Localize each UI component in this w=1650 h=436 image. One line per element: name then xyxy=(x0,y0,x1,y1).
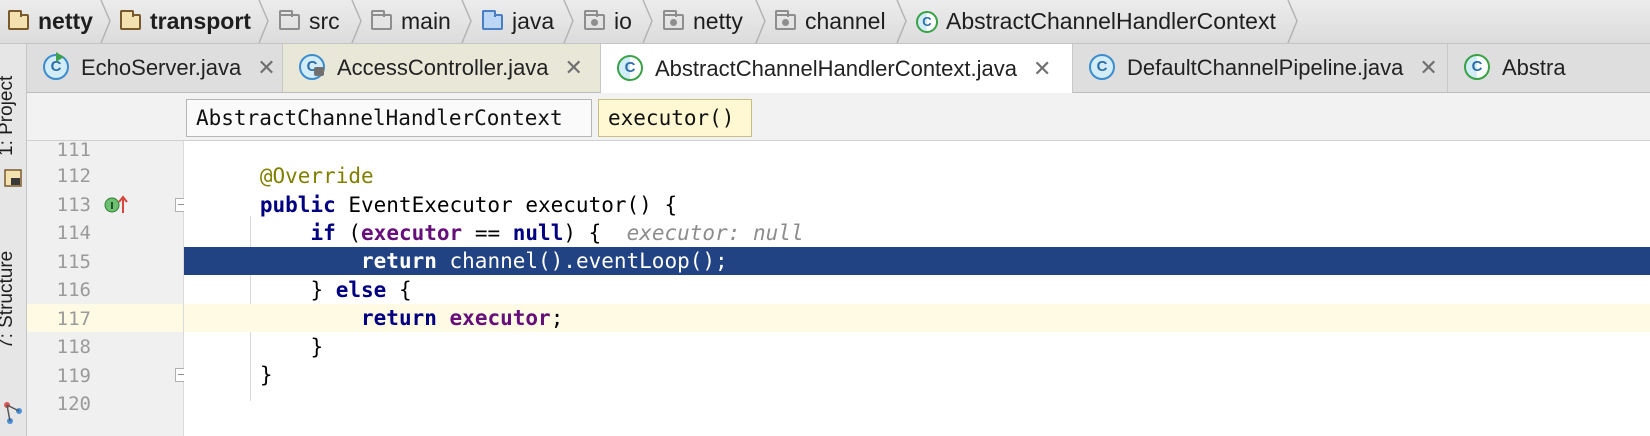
package-icon xyxy=(584,9,606,33)
chevron-right-icon xyxy=(100,0,111,43)
chevron-right-icon xyxy=(755,0,766,43)
package-icon xyxy=(775,9,797,33)
line-number: 119 xyxy=(56,365,91,387)
tab-echoserver[interactable]: C EchoServer.java ✕ xyxy=(27,44,283,92)
abstract-class-icon: C xyxy=(617,54,645,83)
close-tab-icon[interactable]: ✕ xyxy=(1419,55,1437,81)
breadcrumb-netty-package[interactable]: netty xyxy=(663,0,743,43)
folder-icon xyxy=(371,9,393,33)
tab-accesscontroller[interactable]: C AccessController.java ✕ xyxy=(283,44,601,92)
tab-abstractchannelhandlercontext[interactable]: C AbstractChannelHandlerContext.java ✕ xyxy=(601,44,1073,93)
code-line-118: } xyxy=(310,335,324,359)
package-icon xyxy=(663,9,685,33)
source-folder-icon xyxy=(482,9,504,33)
line-number: 120 xyxy=(56,393,91,415)
structure-crumb-method[interactable]: executor() xyxy=(598,99,752,137)
line-number: 117 xyxy=(56,308,91,330)
line-number: 113 xyxy=(56,194,91,216)
chevron-right-icon xyxy=(461,0,472,43)
breadcrumb-src[interactable]: src xyxy=(279,0,340,43)
breadcrumb-main[interactable]: main xyxy=(371,0,451,43)
breadcrumb-transport-module[interactable]: transport xyxy=(120,0,251,43)
chevron-right-icon xyxy=(351,0,362,43)
chevron-right-icon xyxy=(1287,0,1298,43)
inline-debug-value: executor: null xyxy=(626,221,804,245)
chevron-right-icon xyxy=(258,0,269,43)
chevron-right-icon xyxy=(642,0,653,43)
chevron-right-icon xyxy=(896,0,907,43)
breadcrumb-netty-module[interactable]: netty xyxy=(8,0,93,43)
structure-crumb-class[interactable]: AbstractChannelHandlerContext xyxy=(186,99,592,137)
navigation-bar: netty transport src main java io netty c… xyxy=(0,0,1650,44)
module-folder-icon xyxy=(8,9,30,33)
structure-icon xyxy=(4,402,22,424)
abstract-class-icon: C xyxy=(1464,54,1492,82)
module-folder-icon xyxy=(120,9,142,33)
line-number: 116 xyxy=(56,279,91,301)
code-structure-breadcrumbs: AbstractChannelHandlerContext executor() xyxy=(27,93,1650,141)
line-number: 111 xyxy=(56,139,91,161)
line-number: 114 xyxy=(56,222,91,244)
tab-abstract-truncated[interactable]: C Abstra xyxy=(1448,44,1650,92)
code-line-117-caret: return executor; xyxy=(184,304,1650,332)
code-line-113: public EventExecutor executor() { xyxy=(259,193,678,217)
chevron-right-icon xyxy=(563,0,574,43)
project-tool-window-button[interactable]: 1: Project xyxy=(0,76,18,156)
tool-window-strip: 1: Project 7: Structure xyxy=(0,44,27,436)
abstract-class-icon: C xyxy=(916,10,938,33)
code-line-114: if (executor == null) { executor: null xyxy=(310,221,804,245)
class-icon: C xyxy=(1089,54,1117,82)
breadcrumb-channel[interactable]: channel xyxy=(775,0,886,43)
line-number: 118 xyxy=(56,336,91,358)
close-tab-icon[interactable]: ✕ xyxy=(565,55,583,81)
svg-text:I: I xyxy=(110,201,114,212)
breadcrumb-class[interactable]: C AbstractChannelHandlerContext xyxy=(916,0,1276,43)
breadcrumb-java[interactable]: java xyxy=(482,0,554,43)
runnable-class-icon: C xyxy=(43,52,71,82)
implements-method-icon[interactable]: I xyxy=(104,195,130,215)
structure-tool-window-button[interactable]: 7: Structure xyxy=(0,251,18,349)
code-line-112: @Override xyxy=(259,164,374,188)
breadcrumb-io[interactable]: io xyxy=(584,0,632,43)
editor-tabs: C EchoServer.java ✕ C AccessController.j… xyxy=(27,44,1650,93)
code-line-116: } else { xyxy=(310,278,412,302)
folder-icon xyxy=(279,9,301,33)
line-number: 112 xyxy=(56,165,91,187)
project-icon xyxy=(4,169,22,187)
locked-class-icon: C xyxy=(299,54,327,82)
close-tab-icon[interactable]: ✕ xyxy=(1033,56,1051,82)
code-line-115-selected: return channel().eventLoop(); xyxy=(184,247,1650,275)
line-number: 115 xyxy=(56,251,91,273)
close-tab-icon[interactable]: ✕ xyxy=(257,55,275,81)
tab-defaultchannelpipeline[interactable]: C DefaultChannelPipeline.java ✕ xyxy=(1073,44,1448,92)
code-line-119: } xyxy=(259,363,273,387)
